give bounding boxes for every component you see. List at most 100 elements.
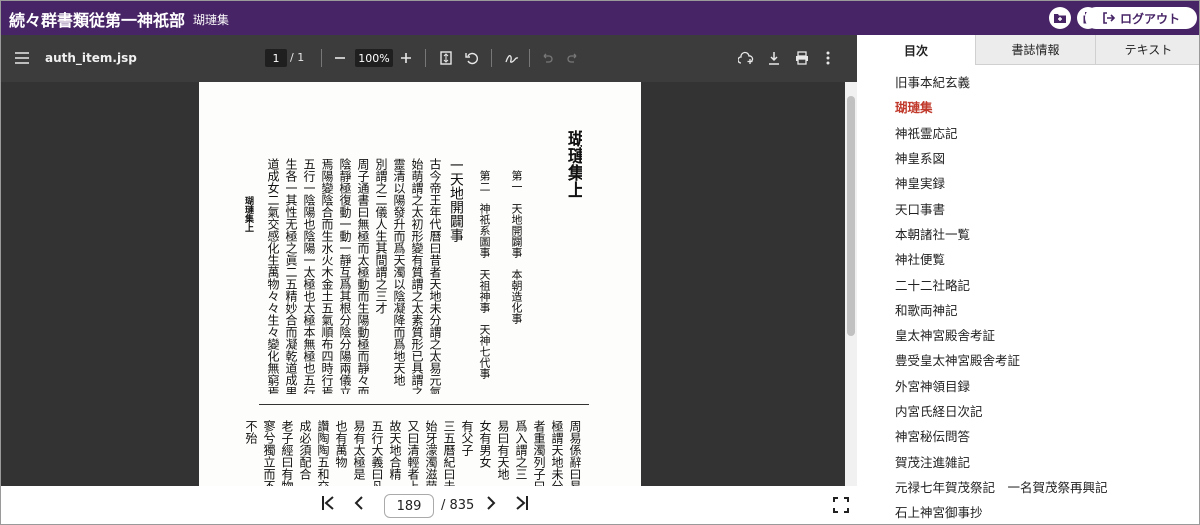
page-text-column: 不殆: [245, 420, 257, 444]
undo-button[interactable]: [539, 48, 555, 68]
page-jump-input[interactable]: 189: [384, 494, 434, 518]
last-page-button[interactable]: [515, 495, 529, 511]
page-text-column: 也有萬物: [335, 420, 347, 468]
page-text-column: 寥兮獨立而不: [263, 420, 275, 486]
download-button[interactable]: [765, 48, 783, 68]
tab-toc[interactable]: 目次: [857, 35, 975, 65]
minus-icon: [335, 57, 345, 59]
page-text-column: 易曰有天地: [497, 420, 509, 480]
page-chapter-title: 瑚璉集上: [565, 130, 582, 198]
toc-item[interactable]: 和歌両神記: [895, 297, 1108, 322]
table-of-contents: 旧事本紀玄義 瑚璉集 神祇霊応記 神皇系図 神皇実録 天口事書 本朝諸社一覧 神社便覧 二十二社…: [895, 69, 1108, 524]
toc-item[interactable]: 神皇系図: [895, 145, 1108, 170]
toc-item[interactable]: 二十二社略記: [895, 271, 1108, 296]
page-text-column: 始萌謂之太初形變有質謂之太素質形已具謂之太極五氣運通爲天地之二: [411, 158, 423, 394]
toolbar-divider: [491, 49, 492, 67]
toc-item[interactable]: 神皇実録: [895, 170, 1108, 195]
toolbar-divider: [321, 49, 322, 67]
document-title: 瑚璉集: [193, 13, 230, 27]
page-text-column: 古今帝王年代曆曰昔者天地未分謂之太易元氣: [429, 158, 441, 394]
zoom-out-button[interactable]: [331, 48, 349, 68]
toc-item[interactable]: 神社便覧: [895, 246, 1108, 271]
folder-plus-icon: [1054, 14, 1066, 23]
chevron-right-icon: [487, 496, 496, 510]
add-bookmark-button[interactable]: [1049, 7, 1071, 29]
toc-item[interactable]: 神祇霊応記: [895, 120, 1108, 145]
page-text-column: 始牙濛濁滋萌: [425, 420, 437, 486]
toc-item[interactable]: 内宮氏経日次記: [895, 398, 1108, 423]
side-panel: 目次 書誌情報 テキスト 旧事本紀玄義 瑚璉集 神祇霊応記 神皇系図 神皇実録 天口事書本…: [857, 35, 1199, 524]
page-text-column: 周子通書曰無極而太極動而生陽動極而靜々而生: [357, 158, 369, 394]
chevron-left-icon: [354, 496, 363, 510]
fit-page-button[interactable]: [437, 48, 455, 68]
hamburger-icon: [15, 52, 29, 64]
page-divider-line: [259, 404, 589, 405]
page-text-column: 焉陽變陰合而生水火木金土五氣順布四時行焉: [321, 158, 333, 394]
rotate-button[interactable]: [463, 48, 481, 68]
page-text-column: 成必須配合: [299, 420, 311, 480]
previous-page-button[interactable]: [353, 495, 365, 511]
next-page-button[interactable]: [485, 495, 497, 511]
logout-icon: [1103, 12, 1116, 24]
page-total: / 1: [290, 51, 305, 64]
more-options-button[interactable]: [821, 48, 835, 68]
page-text-column: 故天地合精: [389, 420, 401, 480]
page-text-column: 易有太極是: [353, 420, 365, 480]
toc-item[interactable]: 本朝諸社一覧: [895, 221, 1108, 246]
pdf-scrollbar[interactable]: [845, 82, 857, 486]
page-text-column: 讚陶陶五和交: [317, 420, 329, 486]
zoom-input[interactable]: 100%: [355, 49, 393, 67]
fullscreen-button[interactable]: [833, 497, 849, 513]
pdf-page: 瑚璉集上 第一 天地開闢事 本朝造化事 第二 神祇系圖事 天祖神事 天神七代事 一天地…: [199, 82, 641, 486]
app-title: 続々群書類従第一神祇部: [9, 11, 186, 30]
redo-button[interactable]: [565, 48, 581, 68]
pdf-canvas[interactable]: 瑚璉集上 第一 天地開闢事 本朝造化事 第二 神祇系圖事 天祖神事 天神七代事 一天地…: [1, 82, 857, 486]
page-count: / 835: [441, 498, 475, 513]
more-vert-icon: [826, 51, 830, 65]
tab-bibliographic-info[interactable]: 書誌情報: [975, 35, 1095, 65]
toc-item[interactable]: 豊受皇太神宮殿舎考証: [895, 347, 1108, 372]
first-page-button[interactable]: [321, 495, 335, 511]
annotate-button[interactable]: [503, 48, 521, 68]
add-to-drive-button[interactable]: [737, 48, 755, 68]
zoom-in-button[interactable]: [397, 48, 415, 68]
top-bar: 続々群書類従第一神祇部 瑚璉集 ログアウト: [1, 1, 1199, 35]
page-number-input[interactable]: 1: [265, 49, 287, 67]
toc-item[interactable]: 皇太神宮殿舎考証: [895, 322, 1108, 347]
plus-icon: [401, 53, 411, 63]
tab-text[interactable]: テキスト: [1095, 35, 1199, 65]
page-text-column: 五行一陰陽也陰陽一太極也太極本無極也五行之: [303, 158, 315, 394]
toc-item[interactable]: 賀茂注進雑記: [895, 448, 1108, 473]
toolbar-divider: [529, 49, 530, 67]
scrollbar-thumb[interactable]: [847, 96, 855, 336]
page-text-column: 者重濁列子曰: [533, 420, 545, 486]
toc-item[interactable]: 元禄七年賀茂祭記 一名賀茂祭再興記: [895, 474, 1108, 499]
toc-item[interactable]: 石上神宮御事抄: [895, 499, 1108, 524]
fit-page-icon: [440, 51, 452, 65]
print-button[interactable]: [793, 48, 811, 68]
toc-item[interactable]: 神宮秘伝問答: [895, 423, 1108, 448]
undo-icon: [543, 53, 553, 63]
menu-button[interactable]: [13, 48, 31, 68]
toc-item[interactable]: 瑚璉集: [895, 94, 1108, 119]
logout-button[interactable]: ログアウト: [1085, 7, 1197, 29]
running-head: 瑚璉集上: [243, 196, 253, 232]
page-text-column: 五行大義曰凡: [371, 420, 383, 486]
cloud-plus-icon: [738, 51, 754, 64]
toc-item[interactable]: 旧事本紀玄義: [895, 69, 1108, 94]
page-text-column: 老子經曰有物: [281, 420, 293, 486]
page-text-column: 生各一其性无極之眞二五精妙合而凝乾道成男坤: [285, 158, 297, 394]
fullscreen-icon: [833, 497, 849, 513]
pdf-toolbar: auth_item.jsp 1 / 1 100%: [1, 35, 857, 82]
rotate-icon: [465, 52, 478, 65]
toc-item[interactable]: 天口事書: [895, 195, 1108, 220]
download-icon: [769, 52, 779, 65]
logout-label: ログアウト: [1119, 11, 1180, 26]
page-text-column: 極謂天地未分: [551, 420, 563, 486]
page-text-column: 第一 天地開闢事 本朝造化事: [511, 170, 522, 324]
signature-icon: [505, 55, 519, 63]
page-text-column: 道成女二氣交感化生萬物々々生々變化無窮焉: [267, 158, 279, 394]
redo-icon: [567, 53, 577, 63]
toc-item[interactable]: 外宮神領目録: [895, 373, 1108, 398]
toolbar-divider: [425, 49, 426, 67]
